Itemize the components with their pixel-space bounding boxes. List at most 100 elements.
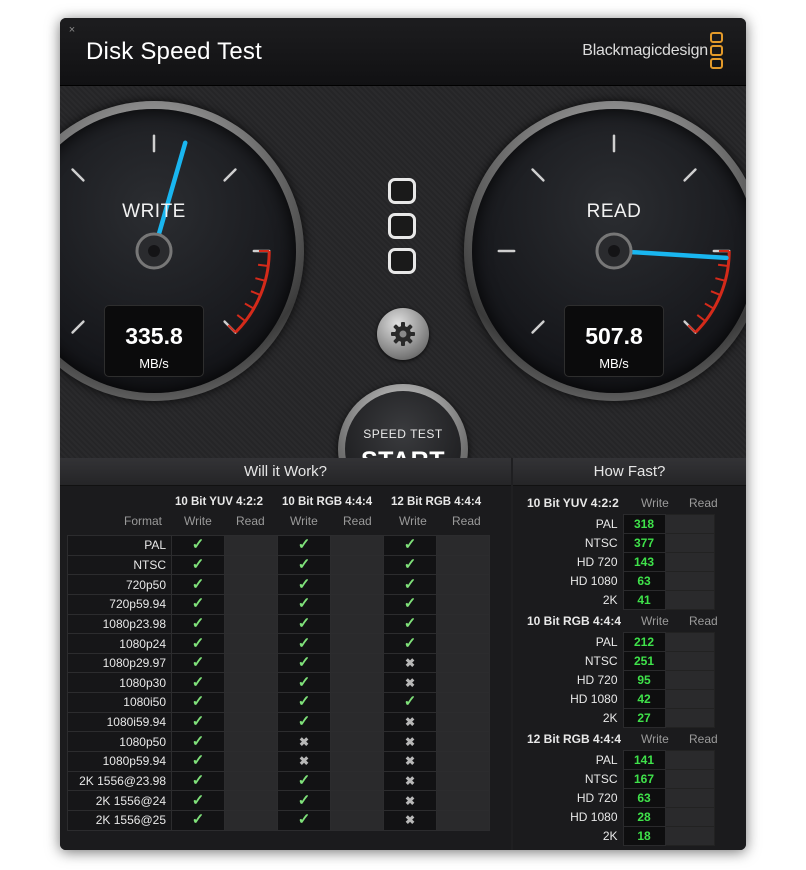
redline-tick	[696, 314, 707, 322]
format-cell: PAL	[595, 753, 618, 767]
read-result-cell	[436, 613, 490, 635]
read-result-cell	[436, 809, 490, 831]
table-row: 1080i50 ✓ ✓ ✓	[67, 692, 490, 713]
check-icon: ✓	[191, 575, 205, 593]
check-icon: ✓	[403, 634, 417, 652]
check-icon: ✓	[191, 654, 205, 672]
read-result-cell	[330, 692, 384, 713]
read-result-cell	[436, 672, 490, 694]
settings-gear-button[interactable]	[377, 308, 429, 360]
cross-icon: ✖	[404, 656, 416, 671]
format-cell: 1080p29.97	[67, 652, 172, 674]
check-icon: ✓	[191, 595, 205, 613]
group-header: 12 Bit RGB 4:4:4	[527, 732, 622, 746]
read-result-cell	[436, 574, 490, 595]
write-speed-cell: 27	[622, 708, 666, 728]
read-result-cell	[224, 770, 278, 792]
write-result-cell: ✓	[171, 751, 225, 772]
format-cell: 2K	[602, 711, 618, 725]
gauge-tick	[683, 168, 697, 182]
table-row: HD 1080 42	[513, 689, 715, 709]
redline-tick	[715, 277, 726, 282]
write-speed-cell: 18	[622, 826, 666, 846]
read-result-cell	[224, 633, 278, 654]
read-result-cell	[436, 731, 490, 753]
format-cell: 2K 1556@25	[67, 809, 172, 831]
table-row: 1080p24 ✓ ✓ ✓	[67, 633, 490, 654]
table-row: PAL 318	[513, 514, 715, 534]
read-speed-cell	[664, 632, 715, 652]
write-result-cell: ✓	[383, 554, 437, 576]
table-row: 1080i59.94 ✓ ✓ ✖	[67, 711, 490, 733]
write-result-cell: ✓	[277, 809, 331, 831]
read-result-cell	[436, 554, 490, 576]
format-cell: NTSC	[67, 554, 172, 576]
write-gauge-label: WRITE	[122, 201, 186, 222]
read-result-cell	[224, 593, 278, 615]
read-result-cell	[224, 652, 278, 674]
format-cell: NTSC	[584, 772, 618, 786]
format-cell: 720p59.94	[67, 593, 172, 615]
gauge-hub-center	[608, 245, 620, 257]
format-cell: 2K 1556@24	[67, 790, 172, 811]
write-speed-cell: 377	[622, 533, 666, 553]
group-header: 10 Bit YUV 4:2:2	[527, 496, 619, 510]
check-icon: ✓	[297, 772, 311, 789]
cross-icon: ✖	[404, 813, 416, 828]
app-title: Disk Speed Test	[86, 38, 262, 65]
format-cell: 1080p59.94	[67, 751, 172, 772]
close-icon[interactable]: ×	[66, 24, 78, 36]
cross-icon: ✖	[404, 793, 416, 808]
write-result-cell: ✓	[171, 593, 225, 615]
check-icon: ✓	[403, 575, 417, 593]
read-speed-cell	[664, 590, 715, 610]
write-speed-cell: 63	[622, 788, 666, 808]
format-cell: 2K 1556@23.98	[67, 770, 172, 792]
will-it-work-title: Will it Work?	[60, 458, 511, 486]
gauge-tick	[71, 168, 85, 182]
read-column-header: Read	[689, 732, 718, 746]
write-result-cell: ✓	[171, 613, 225, 635]
write-speed-cell: 28	[622, 807, 666, 827]
table-row: HD 1080 28	[513, 807, 715, 827]
format-cell: 1080p23.98	[67, 613, 172, 635]
write-result-cell: ✖	[383, 809, 437, 831]
write-result-cell: ✓	[277, 554, 331, 576]
gauge-tick	[531, 168, 545, 182]
read-speed-cell	[664, 651, 715, 671]
write-result-cell: ✓	[383, 613, 437, 635]
table-row: NTSC 167	[513, 769, 715, 789]
write-result-cell: ✓	[171, 790, 225, 811]
check-icon: ✓	[191, 791, 205, 809]
check-icon: ✓	[403, 536, 417, 554]
check-icon: ✓	[191, 693, 205, 711]
write-result-cell: ✓	[277, 711, 331, 733]
start-button-caption: SPEED TEST	[363, 427, 443, 441]
check-icon: ✓	[297, 693, 311, 711]
gear-icon	[391, 322, 415, 346]
table-row: PAL ✓ ✓ ✓	[67, 535, 490, 556]
write-result-cell: ✓	[277, 692, 331, 713]
read-column-header: Read	[343, 514, 372, 528]
write-result-cell: ✖	[383, 790, 437, 811]
check-icon: ✓	[191, 555, 205, 573]
read-result-cell	[330, 593, 384, 615]
read-speed-cell	[664, 552, 715, 572]
read-column-header: Read	[236, 514, 265, 528]
brand-name: Blackmagicdesign	[582, 42, 708, 59]
check-icon: ✓	[403, 693, 417, 711]
write-result-cell: ✖	[277, 731, 331, 753]
write-speed-unit: MB/s	[139, 356, 169, 371]
write-result-cell: ✓	[383, 574, 437, 595]
check-icon: ✓	[297, 555, 311, 573]
read-result-cell	[224, 613, 278, 635]
read-speed-cell	[664, 750, 715, 770]
read-result-cell	[330, 633, 384, 654]
read-result-cell	[436, 770, 490, 792]
write-column-header: Write	[399, 514, 427, 528]
redline-tick	[244, 302, 255, 310]
write-speed-cell: 41	[622, 590, 666, 610]
check-icon: ✓	[191, 772, 205, 789]
redline-tick	[710, 290, 721, 297]
write-result-cell: ✓	[383, 593, 437, 615]
